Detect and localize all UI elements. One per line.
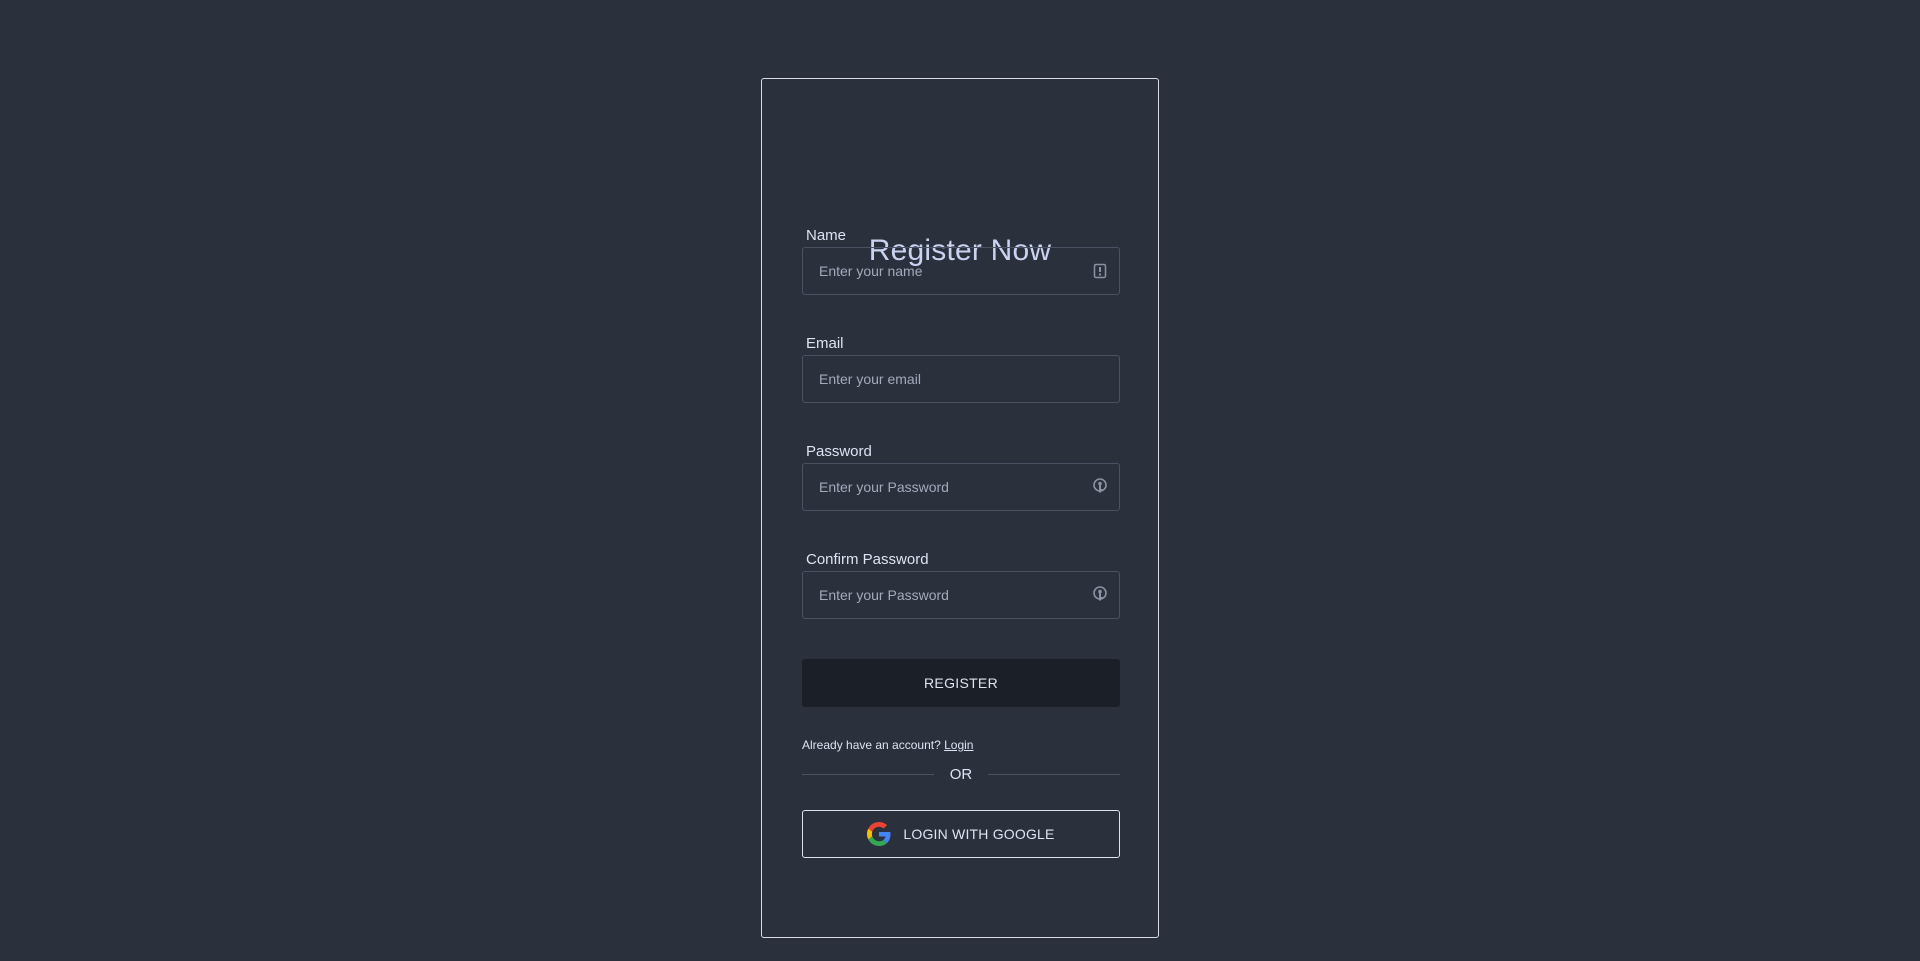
register-button[interactable]: REGISTER: [802, 659, 1120, 707]
already-text: Already have an account?: [802, 738, 941, 752]
email-input[interactable]: [803, 356, 1119, 402]
confirm-password-field-container: [802, 571, 1120, 619]
password-input[interactable]: [803, 464, 1089, 510]
contact-card-icon: [1089, 260, 1111, 282]
confirm-password-label: Confirm Password: [806, 551, 929, 568]
login-with-google-button[interactable]: LOGIN WITH GOOGLE: [802, 810, 1120, 858]
google-icon: [867, 822, 891, 846]
divider-text: OR: [949, 765, 973, 783]
name-label: Name: [806, 227, 847, 244]
email-field-container: [802, 355, 1120, 403]
register-card: Register Now Name Email Password: [761, 78, 1159, 938]
name-input[interactable]: [803, 248, 1089, 294]
email-label: Email: [806, 335, 844, 352]
password-label: Password: [806, 443, 872, 460]
already-have-account-text: Already have an account? Login: [802, 738, 973, 752]
key-icon[interactable]: [1089, 476, 1111, 498]
divider-line-left: [802, 773, 934, 775]
confirm-password-input[interactable]: [803, 572, 1089, 618]
key-icon[interactable]: [1089, 584, 1111, 606]
or-divider: OR: [802, 764, 1120, 784]
login-link[interactable]: Login: [944, 738, 973, 752]
password-field-container: [802, 463, 1120, 511]
divider-line-right: [988, 773, 1120, 775]
google-button-label: LOGIN WITH GOOGLE: [903, 826, 1055, 842]
name-field-container: [802, 247, 1120, 295]
